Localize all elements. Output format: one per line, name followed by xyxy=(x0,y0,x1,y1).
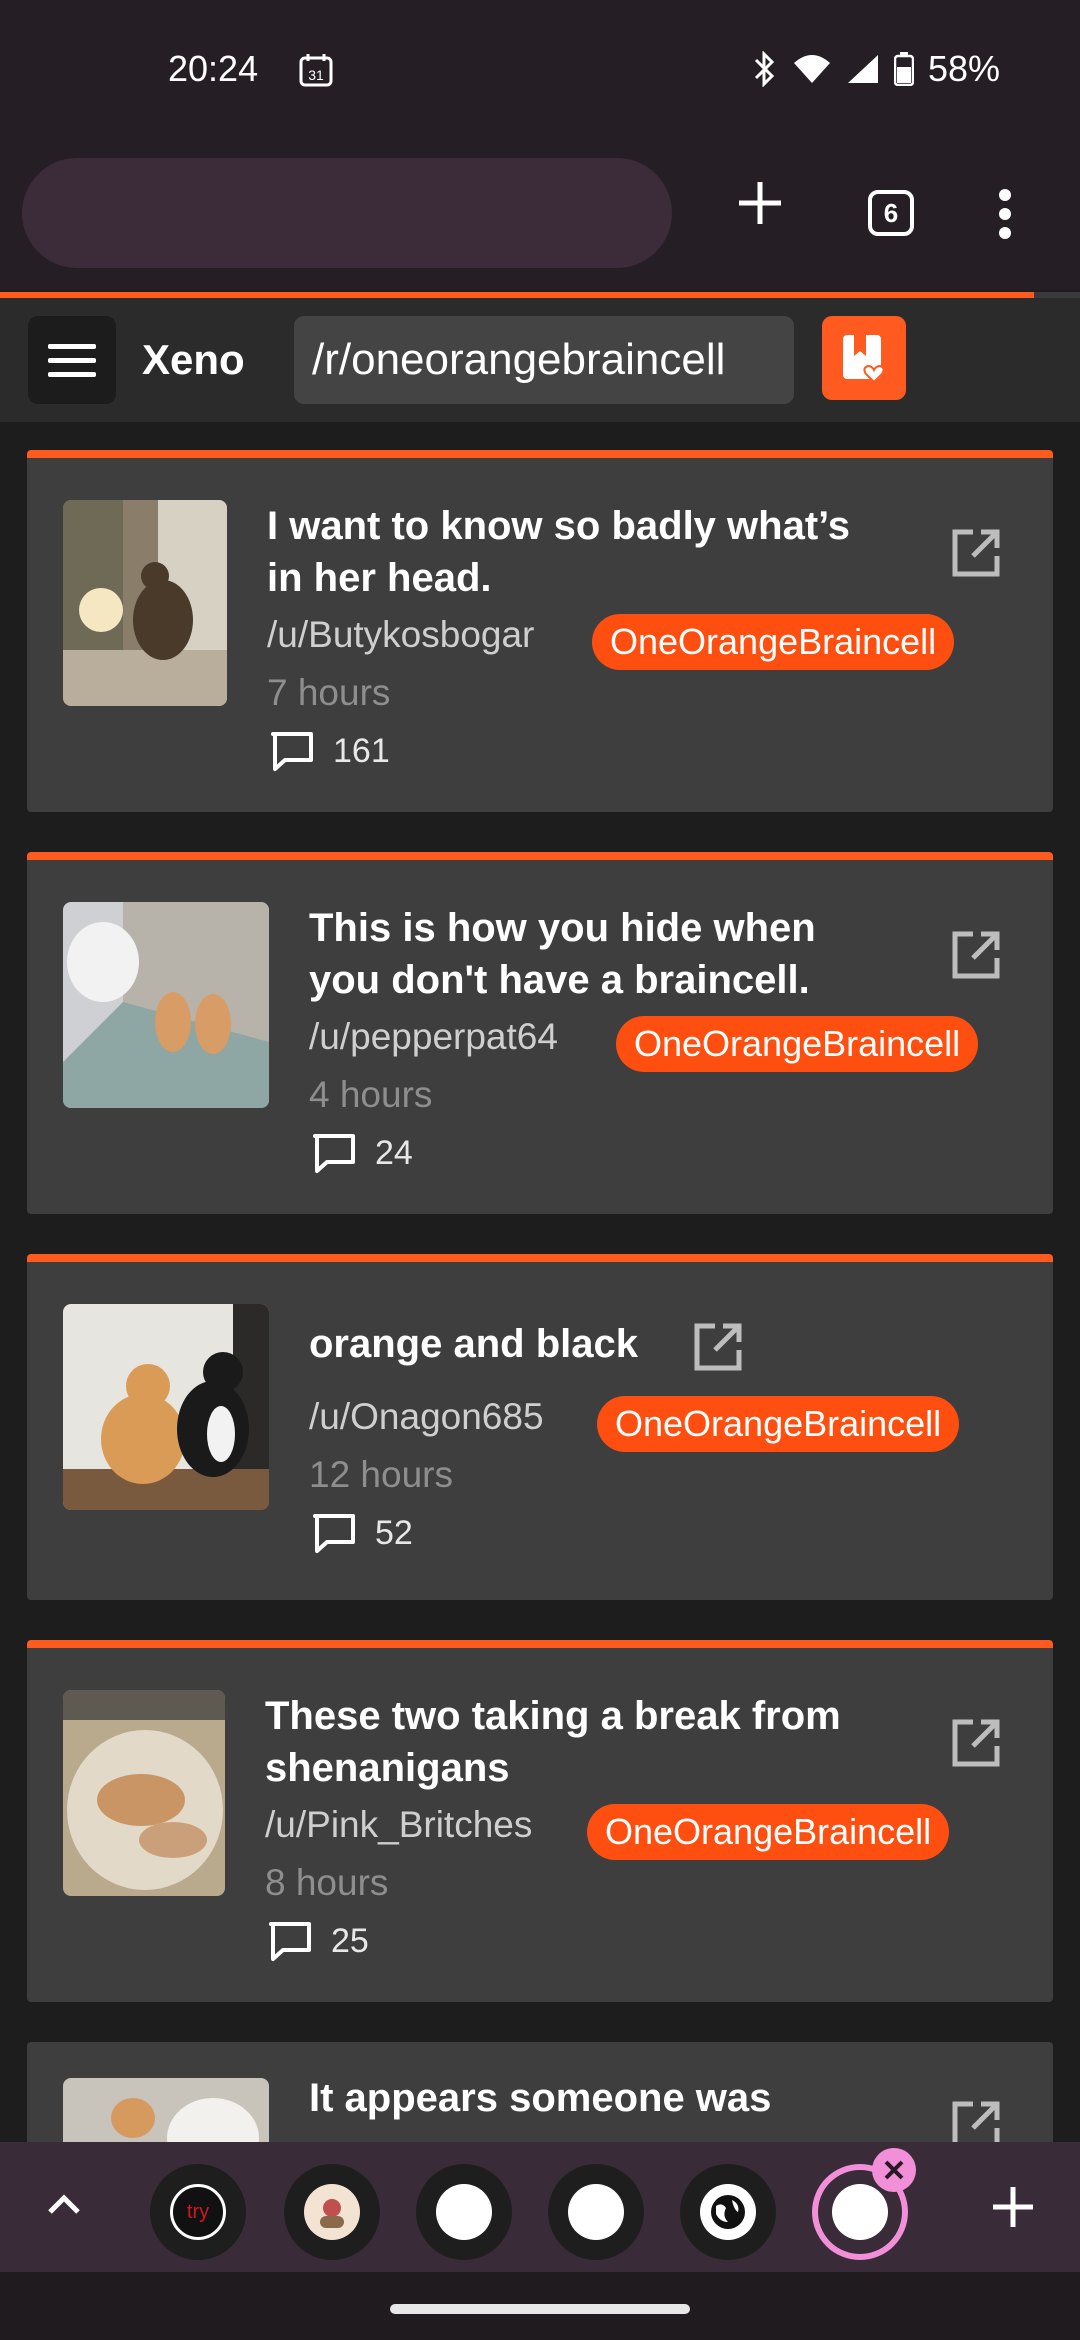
cell-signal-icon xyxy=(847,55,878,83)
tab-item[interactable]: try xyxy=(150,2164,246,2260)
open-external-icon[interactable] xyxy=(949,928,1003,982)
tab-favicon xyxy=(700,2184,756,2240)
post-card[interactable]: This is how you hide when you don't have… xyxy=(27,852,1053,1214)
post-thumbnail[interactable] xyxy=(63,1690,225,1896)
post-thumbnail[interactable] xyxy=(63,500,227,706)
post-feed: I want to know so badly what’s in her he… xyxy=(0,422,1080,2142)
add-tab-icon[interactable] xyxy=(990,2184,1036,2230)
calendar-icon: 31 xyxy=(299,54,333,87)
post-title[interactable]: These two taking a break from shenanigan… xyxy=(265,1690,885,1794)
tab-favicon xyxy=(436,2184,492,2240)
app-brand: Xeno xyxy=(142,336,245,383)
post-comments[interactable]: 24 xyxy=(311,1132,413,1174)
home-gesture-handle[interactable] xyxy=(390,2304,690,2314)
close-tab-button[interactable] xyxy=(872,2148,916,2192)
tab-favicon xyxy=(568,2184,624,2240)
comment-icon xyxy=(269,1922,311,1961)
post-card[interactable]: These two taking a break from shenanigan… xyxy=(27,1640,1053,2002)
avatar-icon xyxy=(320,2199,344,2228)
subreddit-input[interactable]: /r/oneorangebraincell xyxy=(294,316,794,404)
post-comments[interactable]: 161 xyxy=(269,730,390,772)
comment-icon xyxy=(313,1514,355,1553)
tab-favicon xyxy=(304,2184,360,2240)
open-external-icon[interactable] xyxy=(949,2098,1003,2142)
post-time: 12 hours xyxy=(309,1454,453,1495)
post-card[interactable]: I want to know so badly what’s in her he… xyxy=(27,450,1053,812)
tab-item[interactable] xyxy=(416,2164,512,2260)
post-flair: OneOrangeBraincell xyxy=(592,614,955,670)
bluetooth-icon xyxy=(754,51,775,87)
post-flair: OneOrangeBraincell xyxy=(616,1016,979,1072)
new-tab-icon[interactable] xyxy=(735,178,785,228)
post-author[interactable]: /u/pepperpat64 xyxy=(309,1016,558,1058)
post-thumbnail[interactable] xyxy=(63,1304,269,1510)
more-menu-icon[interactable] xyxy=(998,188,1012,240)
post-thumbnail[interactable] xyxy=(63,902,269,1108)
post-comments[interactable]: 25 xyxy=(267,1920,369,1962)
tab-favicon-label: try xyxy=(186,2200,210,2223)
comment-count: 24 xyxy=(375,1133,413,1172)
close-icon xyxy=(884,2160,904,2180)
open-external-icon[interactable] xyxy=(949,526,1003,580)
status-time: 20:24 xyxy=(168,48,259,89)
comment-count: 25 xyxy=(331,1921,369,1960)
post-time: 4 hours xyxy=(309,1074,433,1115)
post-thumbnail[interactable] xyxy=(63,2078,269,2142)
bookmark-button[interactable] xyxy=(822,316,906,400)
wifi-icon xyxy=(793,55,830,83)
post-title[interactable]: This is how you hide when you don't have… xyxy=(309,902,869,1006)
post-flair: OneOrangeBraincell xyxy=(597,1396,960,1452)
post-title[interactable]: I want to know so badly what’s in her he… xyxy=(267,500,867,604)
open-external-icon[interactable] xyxy=(691,1320,745,1374)
globe-icon xyxy=(711,2195,745,2229)
comment-icon xyxy=(271,732,313,771)
tab-count: 6 xyxy=(883,197,899,228)
comment-icon xyxy=(313,1134,355,1173)
tab-favicon xyxy=(832,2184,888,2240)
post-author[interactable]: /u/Butykosbogar xyxy=(267,614,534,656)
post-flair: OneOrangeBraincell xyxy=(587,1804,950,1860)
open-external-icon[interactable] xyxy=(949,1716,1003,1770)
comment-count: 52 xyxy=(375,1513,413,1552)
bookmark-heart-icon xyxy=(843,335,885,384)
app-header: Xeno /r/oneorangebraincell xyxy=(0,298,1080,422)
chevron-up-icon[interactable] xyxy=(44,2188,84,2218)
tab-item[interactable] xyxy=(548,2164,644,2260)
tab-item[interactable] xyxy=(284,2164,380,2260)
post-title[interactable]: It appears someone was xyxy=(309,2072,869,2124)
tab-switcher-button[interactable]: 6 xyxy=(868,190,914,236)
post-author[interactable]: /u/Pink_Britches xyxy=(265,1804,532,1846)
system-nav-bar xyxy=(0,2272,1080,2340)
post-time: 7 hours xyxy=(267,672,391,713)
browser-toolbar: 6 xyxy=(0,140,1080,290)
svg-text:31: 31 xyxy=(308,67,324,83)
post-comments[interactable]: 52 xyxy=(311,1512,413,1554)
post-card[interactable]: It appears someone was xyxy=(27,2042,1053,2142)
hamburger-menu-button[interactable] xyxy=(28,316,116,404)
post-card[interactable]: orange and black /u/Onagon685 OneOrangeB… xyxy=(27,1254,1053,1600)
post-title[interactable]: orange and black xyxy=(309,1318,638,1370)
tab-group-bar: try xyxy=(0,2142,1080,2272)
battery-percent: 58% xyxy=(927,48,1000,89)
hamburger-icon-line xyxy=(48,357,96,363)
status-icons: 58% xyxy=(752,48,1000,90)
hamburger-icon-line xyxy=(48,371,96,377)
url-bar[interactable] xyxy=(22,158,672,268)
tab-favicon: try xyxy=(170,2184,226,2240)
battery-icon xyxy=(893,52,914,86)
tab-item[interactable] xyxy=(680,2164,776,2260)
hamburger-icon-line xyxy=(48,343,96,349)
comment-count: 161 xyxy=(333,731,390,770)
status-bar: 20:24 31 58% xyxy=(0,0,1080,140)
post-author[interactable]: /u/Onagon685 xyxy=(309,1396,544,1438)
post-time: 8 hours xyxy=(265,1862,389,1903)
